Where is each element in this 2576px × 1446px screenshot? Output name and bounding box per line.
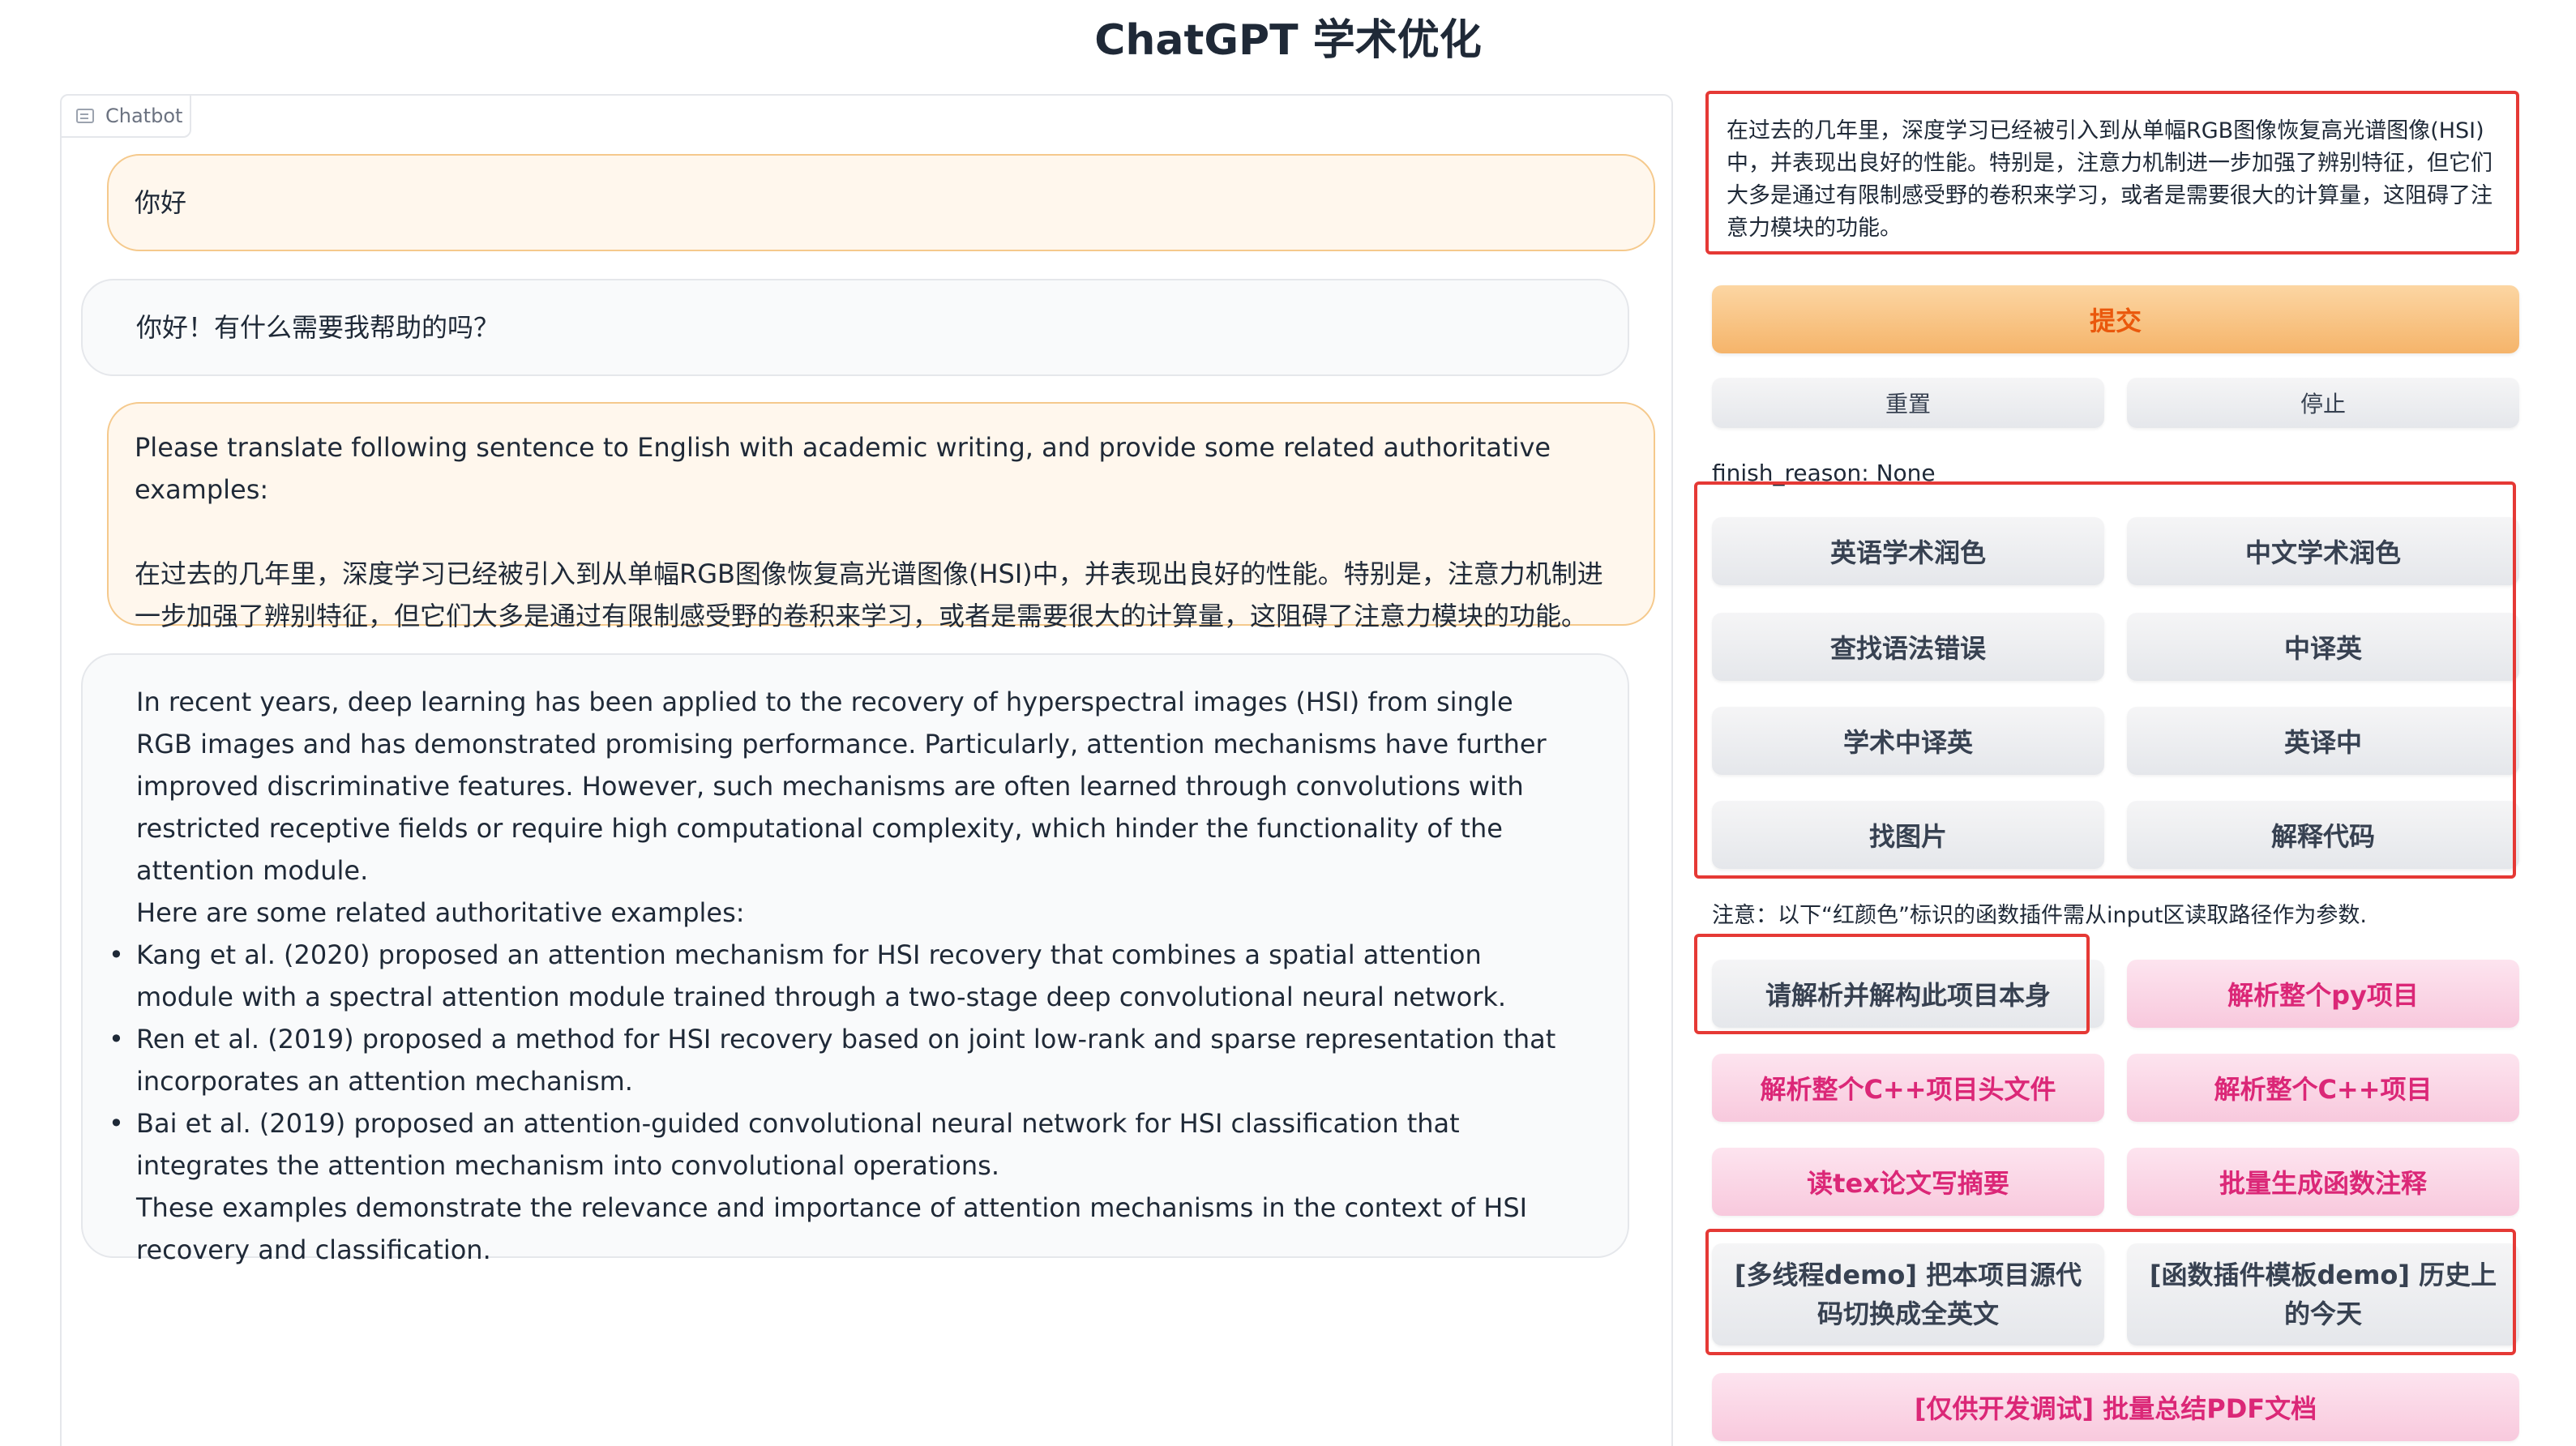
submit-button[interactable]: 提交 <box>1712 285 2519 353</box>
message-text: Here are some related authoritative exam… <box>136 897 745 928</box>
history-today-demo-button[interactable]: [函数插件模板demo] 历史上的今天 <box>2127 1243 2519 1345</box>
analyze-cpp-headers-button[interactable]: 解析整个C++项目头文件 <box>1712 1054 2104 1122</box>
list-item: Kang et al. (2020) proposed an attention… <box>109 934 1574 1018</box>
reset-button[interactable]: 重置 <box>1712 378 2104 428</box>
multithread-demo-button[interactable]: [多线程demo] 把本项目源代码切换成全英文 <box>1712 1243 2104 1345</box>
en-to-zh-button[interactable]: 英译中 <box>2127 707 2519 775</box>
message-text: 在过去的几年里，深度学习已经被引入到从单幅RGB图像恢复高光谱图像(HSI)中，… <box>135 558 1603 631</box>
finish-reason-status: finish_reason: None <box>1712 460 1936 486</box>
chatbot-label: Chatbot <box>60 94 191 138</box>
analyze-cpp-project-button[interactable]: 解析整个C++项目 <box>2127 1054 2519 1122</box>
tex-abstract-button[interactable]: 读tex论文写摘要 <box>1712 1148 2104 1216</box>
message-text: These examples demonstrate the relevance… <box>136 1192 1528 1265</box>
list-item: Ren et al. (2019) proposed a method for … <box>109 1018 1574 1102</box>
message-text: In recent years, deep learning has been … <box>136 687 1547 886</box>
plugin-note: 注意：以下“红颜色”标识的函数插件需从input区读取路径作为参数. <box>1712 903 2368 928</box>
user-message: 你好 <box>107 154 1655 251</box>
message-text: Please translate following sentence to E… <box>135 432 1551 505</box>
user-message: Please translate following sentence to E… <box>107 402 1655 631</box>
input-textarea[interactable]: 在过去的几年里，深度学习已经被引入到从单幅RGB图像恢复高光谱图像(HSI)中，… <box>1705 91 2519 255</box>
stop-button[interactable]: 停止 <box>2127 378 2519 428</box>
analyze-py-project-button[interactable]: 解析整个py项目 <box>2127 960 2519 1028</box>
page-title: ChatGPT 学术优化 <box>1094 16 1482 65</box>
chinese-polish-button[interactable]: 中文学术润色 <box>2127 517 2519 585</box>
zh-to-en-button[interactable]: 中译英 <box>2127 613 2519 681</box>
chatbot-label-text: Chatbot <box>105 105 183 127</box>
english-polish-button[interactable]: 英语学术润色 <box>1712 517 2104 585</box>
find-image-button[interactable]: 找图片 <box>1712 801 2104 869</box>
assistant-message: In recent years, deep learning has been … <box>81 653 1629 1265</box>
analyze-self-project-button[interactable]: 请解析并解构此项目本身 <box>1712 960 2104 1028</box>
explain-code-button[interactable]: 解释代码 <box>2127 801 2519 869</box>
batch-comment-button[interactable]: 批量生成函数注释 <box>2127 1148 2519 1216</box>
list-item: Bai et al. (2019) proposed an attention-… <box>109 1102 1574 1187</box>
academic-zh-to-en-button[interactable]: 学术中译英 <box>1712 707 2104 775</box>
batch-pdf-summary-button[interactable]: [仅供开发调试] 批量总结PDF文档 <box>1712 1373 2519 1441</box>
chat-bubble-icon <box>76 109 94 123</box>
grammar-check-button[interactable]: 查找语法错误 <box>1712 613 2104 681</box>
example-list: Kang et al. (2020) proposed an attention… <box>109 934 1574 1187</box>
assistant-message: 你好！有什么需要我帮助的吗？ <box>81 279 1629 376</box>
